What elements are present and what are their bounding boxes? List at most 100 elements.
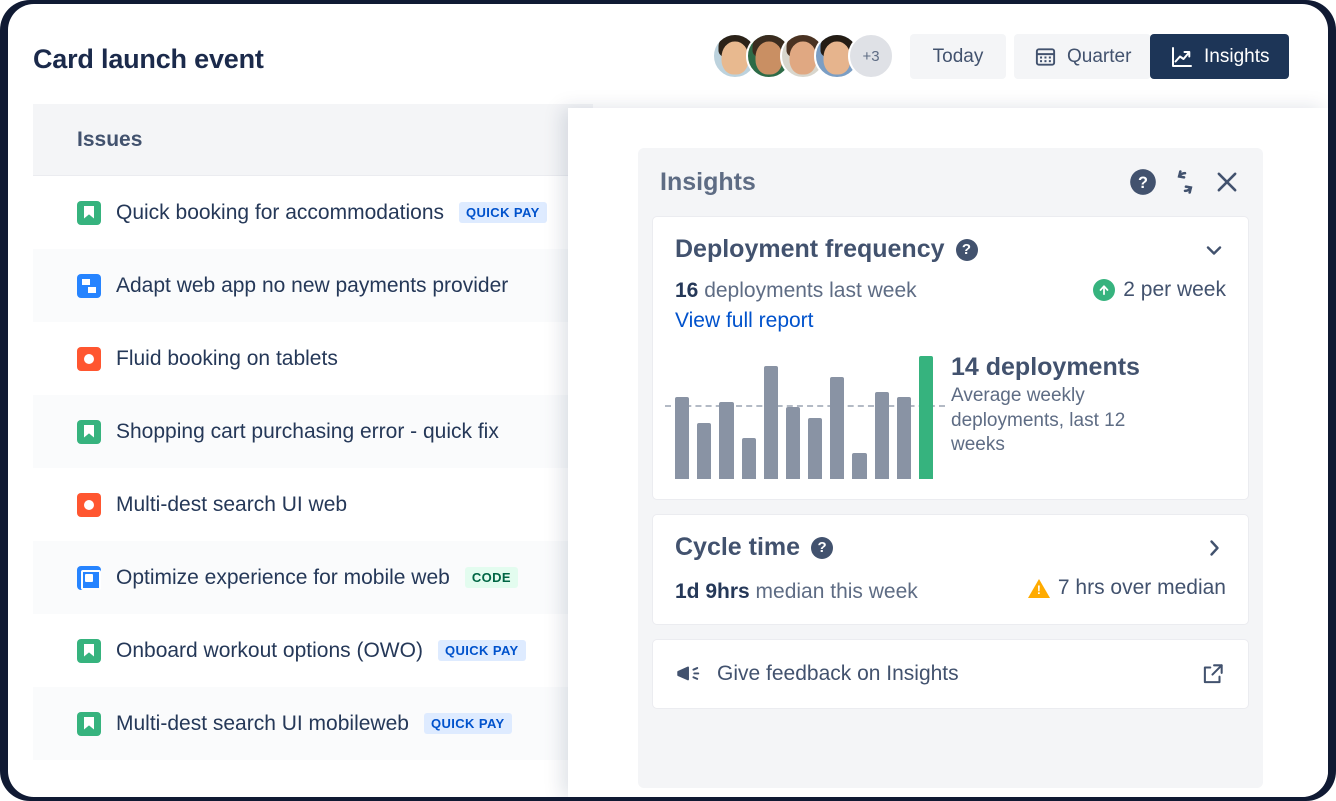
chart-bar[interactable] (808, 418, 822, 479)
top-bar: Card launch event +3 (8, 4, 1328, 104)
issue-title: Fluid booking on tablets (116, 347, 338, 371)
issues-panel: Issues Quick booking for accommodationsQ… (33, 104, 593, 797)
view-full-report-link[interactable]: View full report (675, 309, 1226, 333)
story-type-icon (77, 420, 101, 444)
app-page: Card launch event +3 (8, 4, 1328, 797)
cycle-warning-label: 7 hrs over median (1058, 576, 1226, 600)
close-icon[interactable] (1213, 168, 1241, 196)
give-feedback-label: Give feedback on Insights (717, 662, 1184, 686)
deployment-bar-chart[interactable] (675, 351, 933, 479)
avatar-face (722, 41, 749, 74)
chart-legend-description: Average weekly deployments, last 12 week… (951, 384, 1161, 458)
issue-title: Optimize experience for mobile web (116, 566, 450, 590)
issues-header: Issues (33, 104, 593, 176)
deployment-stat-value: 16 (675, 279, 698, 302)
cycle-stat-value: 1d 9hrs (675, 580, 750, 603)
issue-row[interactable]: Onboard workout options (OWO) QUICK PAY (33, 614, 593, 687)
avatar-face (790, 41, 817, 74)
issue-row[interactable]: Multi-dest search UI web (33, 468, 593, 541)
chart-legend-value: 14 deployments (951, 353, 1161, 382)
cycle-card-title: Cycle time (675, 533, 800, 562)
issues-column-header: Issues (77, 128, 142, 152)
issue-badge: QUICK PAY (438, 640, 526, 661)
task-type-icon (77, 274, 101, 298)
today-button-label: Today (933, 46, 984, 68)
bug-type-icon (77, 493, 101, 517)
issue-title: Shopping cart purchasing error - quick f… (116, 420, 499, 444)
warning-icon (1028, 579, 1050, 598)
chart-bar[interactable] (719, 402, 733, 479)
story-type-icon (77, 201, 101, 225)
issue-row[interactable]: Optimize experience for mobile web CODE (33, 541, 593, 614)
cycle-stats-row: 1d 9hrs median this week 7 hrs over medi… (675, 576, 1226, 604)
external-link-icon[interactable] (1200, 661, 1226, 687)
chart-bar[interactable] (852, 453, 866, 479)
avatar-face (756, 41, 783, 74)
issue-title: Onboard workout options (OWO) (116, 639, 423, 663)
avatar-group[interactable]: +3 (712, 33, 894, 79)
chart-bar[interactable] (697, 423, 711, 479)
chart-bar[interactable] (919, 356, 933, 479)
issue-badge: QUICK PAY (424, 713, 512, 734)
epic-type-icon (77, 566, 101, 590)
issue-title: Multi-dest search UI web (116, 493, 347, 517)
chart-bars (675, 351, 933, 479)
deployment-chart-area: 14 deployments Average weekly deployment… (675, 351, 1226, 479)
megaphone-icon (675, 661, 701, 687)
issue-row[interactable]: Quick booking for accommodations QUICK PA… (33, 176, 593, 249)
insights-container: Insights ? (638, 148, 1263, 788)
insights-panel-header: Insights ? (638, 148, 1263, 216)
chevron-down-icon[interactable] (1202, 238, 1226, 262)
issue-title: Adapt web app no new payments provider (116, 274, 508, 298)
story-type-icon (77, 639, 101, 663)
device-frame: Card launch event +3 (0, 0, 1336, 801)
chart-bar[interactable] (786, 407, 800, 479)
cycle-stat-text: median this week (750, 580, 918, 603)
cycle-warning: 7 hrs over median (1028, 576, 1226, 600)
chart-bar[interactable] (875, 392, 889, 479)
page-title: Card launch event (33, 44, 264, 75)
avatar-overflow-count[interactable]: +3 (848, 33, 894, 79)
arrow-up-icon (1093, 279, 1115, 301)
today-button[interactable]: Today (910, 34, 1006, 79)
issue-row[interactable]: Shopping cart purchasing error - quick f… (33, 395, 593, 468)
issues-list[interactable]: Quick booking for accommodations QUICK PA… (33, 176, 593, 760)
issue-row[interactable]: Fluid booking on tablets (33, 322, 593, 395)
quarter-button-label: Quarter (1067, 46, 1131, 68)
quarter-button[interactable]: Quarter (1014, 34, 1151, 79)
issue-title: Multi-dest search UI mobileweb (116, 712, 409, 736)
cycle-stat: 1d 9hrs median this week (675, 580, 918, 604)
chart-bar[interactable] (830, 377, 844, 479)
deployment-card-title: Deployment frequency (675, 235, 945, 264)
insights-button-label: Insights (1204, 46, 1269, 68)
issue-row[interactable]: Multi-dest search UI mobileweb QUICK PAY (33, 687, 593, 760)
help-icon[interactable]: ? (811, 537, 833, 559)
avatar-face (824, 41, 851, 74)
chart-legend: 14 deployments Average weekly deployment… (951, 351, 1161, 479)
bug-type-icon (77, 347, 101, 371)
issue-badge: QUICK PAY (459, 202, 547, 223)
chart-line-icon (1170, 45, 1194, 69)
issue-badge: CODE (465, 567, 518, 588)
chart-bar[interactable] (742, 438, 756, 479)
chart-bar[interactable] (675, 397, 689, 479)
issue-title: Quick booking for accommodations (116, 201, 444, 225)
chart-bar[interactable] (897, 397, 911, 479)
deployment-stat: 16 deployments last week (675, 279, 917, 303)
help-circle-icon[interactable]: ? (1129, 168, 1157, 196)
refresh-icon[interactable] (1171, 168, 1199, 196)
issue-row[interactable]: Adapt web app no new payments provider (33, 249, 593, 322)
give-feedback-row[interactable]: Give feedback on Insights (652, 639, 1249, 709)
story-type-icon (77, 712, 101, 736)
cycle-time-card[interactable]: Cycle time ? 1d 9hrs median this week (652, 514, 1249, 625)
help-icon[interactable]: ? (956, 239, 978, 261)
deployment-stat-text: deployments last week (698, 279, 916, 302)
deployment-trend: 2 per week (1093, 278, 1226, 302)
chevron-right-icon[interactable] (1202, 536, 1226, 560)
deployment-frequency-card[interactable]: Deployment frequency ? 16 deployments la… (652, 216, 1249, 500)
cycle-card-header: Cycle time ? (675, 533, 1226, 562)
deployment-card-header: Deployment frequency ? (675, 235, 1226, 264)
insights-button[interactable]: Insights (1150, 34, 1289, 79)
chart-bar[interactable] (764, 366, 778, 479)
deployment-trend-label: 2 per week (1123, 278, 1226, 302)
